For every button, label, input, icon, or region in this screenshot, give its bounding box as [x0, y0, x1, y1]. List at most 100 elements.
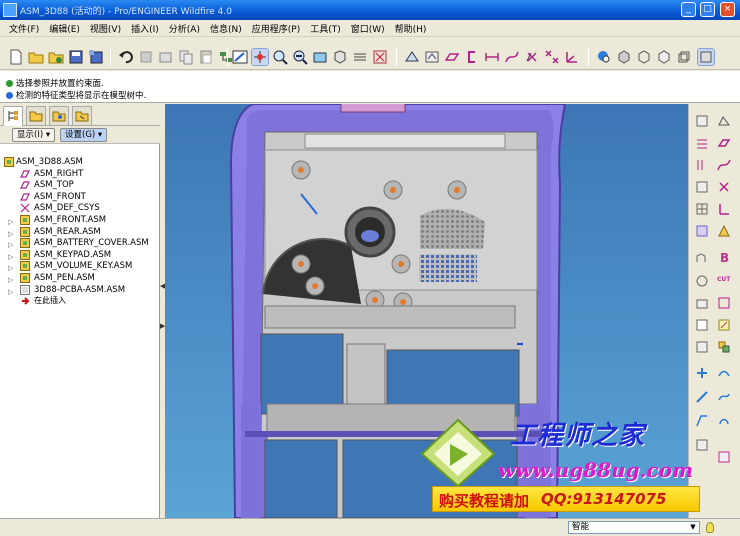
- thicken-icon[interactable]: [717, 390, 731, 404]
- wrap-icon[interactable]: [717, 414, 731, 428]
- wireframe-icon[interactable]: [676, 49, 692, 65]
- expand-icon[interactable]: ▷: [8, 216, 13, 228]
- datum-point-icon[interactable]: [524, 49, 540, 65]
- save-icon[interactable]: [68, 49, 84, 65]
- tree-item-label: ASM_3D88.ASM: [16, 157, 83, 167]
- repaint-icon[interactable]: [232, 49, 248, 65]
- menu-help[interactable]: 帮助(H): [390, 22, 432, 35]
- shell-icon[interactable]: [717, 114, 731, 128]
- sketch-icon[interactable]: [717, 318, 731, 332]
- tab-model-tree[interactable]: [3, 106, 23, 126]
- redo-icon[interactable]: [138, 49, 154, 65]
- expand-icon[interactable]: ▷: [8, 239, 13, 251]
- expand-icon[interactable]: ▷: [8, 251, 13, 263]
- menu-file[interactable]: 文件(F): [4, 22, 44, 35]
- maximize-button[interactable]: □: [700, 2, 715, 17]
- message-line-2: 检测的特征类型将显示在模型树中.: [6, 89, 146, 101]
- menu-analysis[interactable]: 分析(A): [164, 22, 205, 35]
- menu-window[interactable]: 窗口(W): [346, 22, 390, 35]
- solidify-icon[interactable]: [695, 438, 709, 452]
- zoom-out-icon[interactable]: [292, 49, 308, 65]
- csys-icon[interactable]: [717, 202, 731, 216]
- shaded-display-icon[interactable]: [697, 48, 715, 66]
- settings-dropdown-button[interactable]: 设置(G) ▾: [60, 128, 108, 142]
- warp-icon[interactable]: [717, 224, 731, 238]
- navigator-tabs: [0, 104, 160, 126]
- revolve-icon[interactable]: [695, 274, 709, 288]
- save-copy-icon[interactable]: [88, 49, 104, 65]
- pattern-icon[interactable]: [695, 202, 709, 216]
- watermark-url[interactable]: www.ug88ug.com: [498, 458, 693, 482]
- project-icon[interactable]: [695, 414, 709, 428]
- shading-icon[interactable]: [616, 49, 632, 65]
- rib-icon[interactable]: [695, 136, 709, 150]
- menu-info[interactable]: 信息(N): [205, 22, 247, 35]
- trim-icon[interactable]: [695, 318, 709, 332]
- regenerate-icon[interactable]: [158, 49, 174, 65]
- minimize-button[interactable]: _: [681, 2, 696, 17]
- no-hidden-icon[interactable]: [656, 49, 672, 65]
- model-display-icon[interactable]: [404, 49, 420, 65]
- chevron-down-icon[interactable]: ▼: [688, 523, 698, 532]
- offset-icon[interactable]: [717, 366, 731, 380]
- merge-icon[interactable]: [695, 340, 709, 354]
- expand-icon[interactable]: ▷: [8, 228, 13, 240]
- assemble-icon[interactable]: [717, 340, 731, 354]
- zoom-in-icon[interactable]: [272, 49, 288, 65]
- reorient-icon[interactable]: [332, 49, 348, 65]
- datum-points-icon[interactable]: [544, 49, 560, 65]
- sweep-icon[interactable]: [695, 296, 709, 310]
- blend-icon[interactable]: [717, 296, 731, 310]
- tab-connections[interactable]: [72, 106, 92, 125]
- menu-view[interactable]: 视图(V): [85, 22, 126, 35]
- status-light-icon[interactable]: [706, 522, 714, 533]
- show-dropdown-button[interactable]: 显示(I) ▾: [12, 128, 56, 142]
- hole-icon[interactable]: [695, 114, 709, 128]
- open-folder-icon[interactable]: [28, 49, 44, 65]
- extend-icon[interactable]: [695, 390, 709, 404]
- round-icon[interactable]: [695, 158, 709, 172]
- datum-plane-icon[interactable]: [444, 49, 460, 65]
- menu-bar: 文件(F) 编辑(E) 视图(V) 插入(I) 分析(A) 信息(N) 应用程序…: [0, 20, 740, 37]
- curve-icon[interactable]: [717, 158, 731, 172]
- menu-tools[interactable]: 工具(T): [305, 22, 346, 35]
- coordinate-system-icon[interactable]: [564, 49, 580, 65]
- chamfer-icon[interactable]: [695, 180, 709, 194]
- info-icon: [6, 80, 13, 87]
- paste-icon[interactable]: [198, 49, 214, 65]
- sketcher-icon[interactable]: [424, 49, 440, 65]
- close-button[interactable]: ×: [720, 2, 735, 17]
- dimension-icon[interactable]: [484, 49, 500, 65]
- tab-favorites[interactable]: [49, 106, 69, 125]
- point-icon[interactable]: [717, 180, 731, 194]
- layers-icon[interactable]: [372, 49, 388, 65]
- menu-applications[interactable]: 应用程序(P): [247, 22, 305, 35]
- menu-edit[interactable]: 编辑(E): [44, 22, 85, 35]
- analysis-icon[interactable]: [596, 49, 612, 65]
- datum-curve-icon[interactable]: [504, 49, 520, 65]
- style-icon[interactable]: [717, 450, 731, 464]
- spin-center-icon[interactable]: [251, 48, 269, 66]
- undo-icon[interactable]: [118, 49, 134, 65]
- expand-icon[interactable]: ▷: [8, 262, 13, 274]
- expand-icon[interactable]: ▷: [8, 274, 13, 286]
- text-letter-icon[interactable]: B: [717, 250, 731, 264]
- copy-icon[interactable]: [178, 49, 194, 65]
- hidden-line-icon[interactable]: [636, 49, 652, 65]
- mirror-icon[interactable]: [695, 224, 709, 238]
- selection-filter-dropdown[interactable]: 智能 ▼: [568, 521, 700, 534]
- datum-axis-icon[interactable]: [464, 49, 480, 65]
- open-recent-icon[interactable]: [48, 49, 64, 65]
- title-bar[interactable]: ASM_3D88 (活动的) - Pro/ENGINEER Wildfire 4…: [0, 0, 740, 20]
- draft-icon[interactable]: [717, 136, 731, 150]
- refit-icon[interactable]: [312, 49, 328, 65]
- new-file-icon[interactable]: [8, 49, 24, 65]
- tab-folder-browser[interactable]: [26, 106, 46, 125]
- menu-insert[interactable]: 插入(I): [126, 22, 164, 35]
- info-icon: [6, 92, 13, 99]
- cut-label[interactable]: CUT: [717, 276, 730, 283]
- extrude-icon[interactable]: [695, 252, 709, 266]
- saved-views-icon[interactable]: [352, 49, 368, 65]
- intersect-icon[interactable]: [695, 366, 709, 380]
- expand-icon[interactable]: ▷: [8, 286, 13, 298]
